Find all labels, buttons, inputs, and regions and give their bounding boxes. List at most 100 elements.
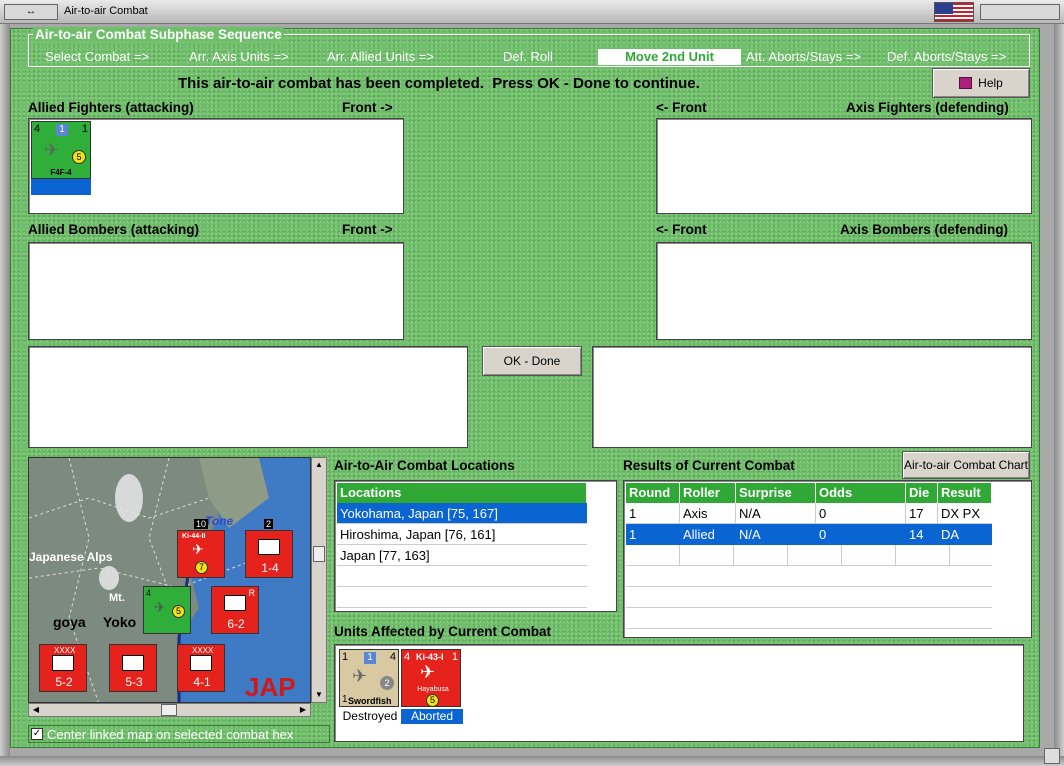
unit-symbol-icon [258,539,280,555]
table-row-empty [626,608,992,629]
subphase-step: Arr. Axis Units => [189,49,289,64]
location-row-empty [337,587,587,608]
subphase-sequence: Air-to-air Combat Subphase Sequence Sele… [28,27,1030,67]
table-row-empty [626,587,992,608]
scroll-thumb[interactable] [161,704,177,716]
plane-icon: ✈ [192,541,204,557]
location-row-empty [337,566,587,587]
selection-bar [31,179,91,195]
axis-bombers-label: Axis Bombers (defending) [840,222,1009,237]
locations-title: Air-to-Air Combat Locations [334,458,515,473]
map-label-nagoya: goya [53,614,86,630]
help-button[interactable]: Help [932,68,1030,98]
counter-left: 4 [34,123,41,135]
map-vertical-scrollbar[interactable]: ▲ ▼ [311,457,327,703]
front-right-label-2: Front -> [342,222,393,237]
subphase-step: Arr. Allied Units => [327,49,434,64]
plane-icon: ✈ [420,662,436,682]
flag-icon [934,2,974,22]
swordfish-counter[interactable]: 1 1 4 ✈ 2 1 Swordfish [339,649,399,707]
window-title: Air-to-air Combat [64,5,148,17]
locations-list[interactable]: Locations Yokohama, Japan [75, 167] Hiro… [334,480,617,612]
subphase-step: Def. Roll [503,49,553,64]
map-counter-5-3[interactable]: 5-3 [109,644,157,692]
axis-fighters-label: Axis Fighters (defending) [846,100,1009,115]
location-row[interactable]: Yokohama, Japan [75, 167] [337,503,587,524]
cell-die: 17 [906,503,938,524]
map-counter-5-2[interactable]: XXXX 5-2 [39,644,87,692]
f4f4-counter[interactable]: 4 1 1 ✈ 5 F4F-4 [31,121,91,179]
subphase-step: Def. Aborts/Stays => [887,49,1007,64]
axis-bombers-box[interactable] [656,242,1032,340]
resize-grip-icon[interactable] [1044,748,1060,764]
title-bar: ↔ Air-to-air Combat [0,0,1064,24]
ki43-counter[interactable]: 4 Ki-43-I 1 ✈ Hayabusa 5 [401,649,461,707]
center-map-checkbox-row[interactable]: ✓ Center linked map on selected combat h… [28,725,330,743]
col-odds[interactable]: Odds [816,483,906,503]
subphase-step-active: Move 2nd Unit [598,49,741,65]
map-label-jap: JAP [245,672,296,702]
combat-chart-button[interactable]: Air-to-air Combat Chart [902,451,1030,479]
results-title: Results of Current Combat [623,458,795,473]
cell-odds: 0 [816,503,906,524]
col-result[interactable]: Result [938,483,992,503]
subphase-title: Air-to-air Combat Subphase Sequence [33,27,284,42]
col-surprise[interactable]: Surprise [736,483,816,503]
linked-map[interactable]: Japanese Alps Mt. goya Yoko Tone JAP 10 … [28,457,311,703]
map-counter-ki44[interactable]: 10 Ki-44-II ✈ 7 [177,519,225,578]
counter-name: F4F-4 [50,168,72,177]
center-map-checkbox-label: Center linked map on selected combat hex [47,727,294,742]
system-menu-icon[interactable]: ↔ [4,4,58,20]
subphase-step: Select Combat => [45,49,150,64]
scroll-thumb[interactable] [313,546,325,562]
results-table: Round Roller Surprise Odds Die Result 1 … [623,480,1032,638]
status-message: This air-to-air combat has been complete… [178,75,700,92]
unit-status-destroyed: Destroyed [342,709,398,723]
front-right-label: Front -> [342,100,393,115]
axis-fighters-box[interactable] [656,118,1032,214]
map-counter-1-4[interactable]: 2 1-4 [245,519,293,578]
col-roller[interactable]: Roller [680,483,736,503]
cell-roller: Axis [680,503,736,524]
scroll-down-arrow-icon[interactable]: ▼ [313,689,325,701]
unit-status-aborted: Aborted [401,709,463,724]
map-horizontal-scrollbar[interactable]: ◀ ▶ [28,703,311,717]
center-map-checkbox[interactable]: ✓ [31,728,43,740]
col-die[interactable]: Die [906,483,938,503]
allied-info-box [28,346,468,448]
table-row[interactable]: 1 Axis N/A 0 17 DX PX [626,503,992,524]
map-counter-6-2[interactable]: R 6-2 [211,586,259,634]
allied-bombers-box[interactable] [28,242,404,340]
ok-done-button[interactable]: OK - Done [482,346,582,376]
help-book-icon [959,77,973,89]
cell-round: 1 [629,527,637,542]
scroll-right-arrow-icon[interactable]: ▶ [297,704,309,716]
map-label-alps: Japanese Alps [29,550,113,564]
front-left-label: <- Front [656,100,707,115]
front-left-label-2: <- Front [656,222,707,237]
allied-fighters-box[interactable]: 4 1 1 ✈ 5 F4F-4 [28,118,404,214]
unit-symbol-icon [122,655,144,671]
cell-roller: Allied [683,527,715,542]
scroll-up-arrow-icon[interactable]: ▲ [313,459,325,471]
unit-symbol-icon [224,595,246,611]
location-row[interactable]: Japan [77, 163] [337,545,587,566]
allied-bombers-label: Allied Bombers (attacking) [28,222,200,237]
map-label-yoko: Yoko [103,614,137,630]
cell-result: DX PX [941,506,981,521]
window-control-button[interactable] [980,4,1060,20]
col-round[interactable]: Round [626,483,680,503]
map-counter-4-1[interactable]: XXXX 4-1 [177,644,225,692]
cell-result: DA [941,527,960,542]
cell-round: 1 [626,503,680,524]
table-row-selected[interactable]: 1 Allied N/A 0 14 DA [626,524,992,545]
scroll-left-arrow-icon[interactable]: ◀ [30,704,42,716]
locations-header[interactable]: Locations [337,483,587,503]
plane-icon: ✈ [44,140,60,160]
map-label-tone: Tone [205,514,234,528]
cell-odds: 0 [819,527,827,542]
location-row[interactable]: Hiroshima, Japan [76, 161] [337,524,587,545]
allied-fighters-label: Allied Fighters (attacking) [28,100,194,115]
map-counter-f4f4[interactable]: 4 ✈ 5 [143,586,191,634]
unit-symbol-icon [52,655,74,671]
